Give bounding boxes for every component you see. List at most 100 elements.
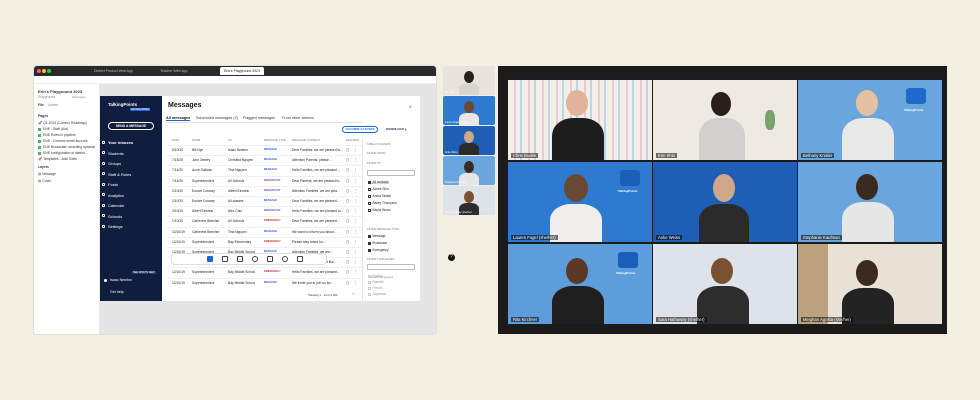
table-row[interactable]: 1/10/20 Catherine Beecher All Schools Dear …	[166, 216, 362, 225]
col-date[interactable]: DATE	[172, 138, 179, 142]
page-item[interactable]: 🚀 Q1 2023 (Comms Roadmap)	[38, 121, 87, 125]
panel-tab-file[interactable]: File	[38, 103, 44, 107]
download-button[interactable]: DOWNLOAD ⤓	[386, 127, 406, 131]
move-tool-icon[interactable]	[207, 256, 213, 262]
page-item[interactable]: ENE - Connect email account	[38, 139, 87, 143]
table-row[interactable]: 2/10/20 Eunice Conway All classes Dear Fami…	[166, 196, 362, 205]
filter-option[interactable]: Message	[368, 234, 385, 238]
filter-option[interactable]: Aimee Shin	[368, 187, 389, 191]
table-row[interactable]: 2/10/20 Albert Einstein Alex Chin Hello Fam…	[166, 206, 362, 215]
more-options-icon[interactable]: ⋮	[354, 270, 357, 274]
table-row[interactable]: 12/10/19 Superintendent Bay Elementary Plea…	[166, 236, 362, 246]
minimize-window-icon[interactable]	[42, 69, 46, 73]
panel-tab-assets[interactable]: Assets	[48, 103, 58, 107]
whats-new-badge[interactable]: SEE WHAT'S NEW	[132, 271, 156, 274]
layer-item[interactable]: ▦ Message	[38, 172, 56, 176]
tab-flagged[interactable]: Flagged messages	[243, 116, 275, 120]
send-message-button[interactable]: SEND A MESSAGE	[108, 122, 154, 130]
checkbox-icon[interactable]	[368, 234, 371, 238]
help-button[interactable]: ?	[448, 254, 455, 261]
checkbox-icon[interactable]	[368, 208, 371, 212]
table-row[interactable]: 7/14/20 Anne Sullivan Tina Nguyen Hello Fam…	[166, 165, 362, 174]
checkbox-icon[interactable]	[368, 241, 371, 245]
layer-item[interactable]: ▦ Cover	[38, 179, 51, 183]
video-thumbnail[interactable]: Stephanie Kaufman	[443, 156, 495, 185]
code-tool-icon[interactable]	[297, 256, 303, 262]
filter-languages-label[interactable]: FILTER LANGUAGES	[367, 257, 395, 261]
filter-option[interactable]: Baylor Burns	[368, 208, 391, 212]
shape-tool-icon[interactable]	[237, 256, 243, 262]
table-row[interactable]: 12/10/19 Superintendent Bay Middle School H…	[166, 267, 362, 276]
tab-other-admins[interactable]: From other admins	[282, 116, 314, 120]
page-item[interactable]: ENE configuration of district...	[38, 151, 88, 155]
sidebar-item[interactable]: Groups	[108, 161, 121, 166]
col-content[interactable]: MESSAGE CONTENT	[292, 138, 320, 142]
more-options-icon[interactable]: ⋮	[354, 209, 357, 213]
language-option[interactable]: Japanese	[368, 292, 386, 296]
table-row[interactable]: 8/10/20 Bill Nye Isaac Newton Dear Families…	[166, 145, 362, 154]
checkbox-icon[interactable]	[368, 201, 371, 205]
user-name[interactable]: Isaac Newton	[110, 278, 132, 282]
language-option[interactable]: French	[368, 286, 382, 290]
checkbox-icon[interactable]	[368, 194, 371, 198]
pen-tool-icon[interactable]	[252, 256, 258, 262]
comment-tool-icon[interactable]	[282, 256, 288, 262]
filter-option[interactable]: Emergency	[368, 248, 389, 252]
participant-tile[interactable]: Erin Shin	[653, 80, 797, 160]
sidebar-item[interactable]: Calendar	[108, 203, 124, 208]
project-title[interactable]: Erin's Playground 2023	[38, 89, 82, 94]
search-icon[interactable]: ⌕	[409, 104, 412, 110]
table-columns-label[interactable]: TABLE COLUMNS	[367, 142, 390, 146]
close-window-icon[interactable]	[37, 69, 41, 73]
checkbox-icon[interactable]	[368, 274, 371, 278]
video-thumbnail[interactable]: Sara Hathaway (she/her)	[443, 186, 495, 215]
more-options-icon[interactable]: ⋮	[354, 281, 357, 285]
video-thumbnail[interactable]: Erin Shin	[443, 66, 495, 95]
filter-option[interactable]: Bailey Thompson	[368, 201, 397, 205]
more-options-icon[interactable]: ⋮	[354, 219, 357, 223]
language-option[interactable]: Spanish	[368, 280, 384, 284]
checkbox-icon[interactable]	[368, 280, 371, 284]
columns-filters-button[interactable]: COLUMNS & FILTERS	[342, 126, 378, 133]
col-from[interactable]: FROM	[192, 138, 200, 142]
more-options-icon[interactable]: ⋮	[354, 158, 357, 162]
sidebar-item[interactable]: Staff & Roles	[108, 172, 131, 177]
col-to[interactable]: TO	[228, 138, 232, 142]
checkbox-icon[interactable]	[368, 248, 371, 252]
more-options-icon[interactable]: ⋮	[354, 189, 357, 193]
participant-tile[interactable]: Stephanie Kaufman	[798, 162, 942, 242]
page-item[interactable]: 🚀 Templates - Add: Edits	[38, 157, 77, 161]
figma-tab-playground[interactable]: Erin's Playground 2023	[220, 67, 265, 75]
participant-tile[interactable]: TalkingPoints Bethany Knisler	[798, 80, 942, 160]
more-options-icon[interactable]: ⋮	[354, 260, 357, 264]
participant-tile[interactable]: TalkingPoints Rita Kirchner	[508, 244, 652, 324]
frame-tool-icon[interactable]	[222, 256, 228, 262]
tab-all-messages[interactable]: All messages	[166, 116, 191, 121]
text-tool-icon[interactable]	[267, 256, 273, 262]
checkbox-icon[interactable]	[368, 286, 371, 290]
get-help-link[interactable]: Get help	[110, 290, 124, 294]
filter-option[interactable]: Andra Takaki	[368, 194, 391, 198]
participant-tile[interactable]: Chris Dudek	[508, 80, 652, 160]
table-row[interactable]: 7/15/20 John Dewey Christina Nguyen Attenti…	[166, 155, 362, 164]
participant-tile[interactable]: TalkingPoints Lauren Fogel (she/her)	[508, 162, 652, 242]
checkbox-icon[interactable]	[368, 292, 371, 296]
sidebar-item[interactable]: Your inboxes	[108, 140, 133, 145]
table-row[interactable]: 12/10/19 Catherine Beecher Tina Nguyen We w…	[166, 226, 362, 236]
page-item[interactable]: ENE Broadcast: recording optional	[38, 145, 95, 149]
maximize-window-icon[interactable]	[47, 69, 51, 73]
table-row[interactable]: 12/10/19 Superintendent Bay Middle School W…	[166, 277, 362, 287]
video-thumbnail[interactable]: Lauren Fogel (she/her)	[443, 96, 495, 125]
participant-tile[interactable]: Sara Hathaway (she/her)	[653, 244, 797, 324]
tab-scheduled[interactable]: Scheduled messages (2)	[196, 116, 238, 120]
figma-tab-teacher[interactable]: Teacher Web App	[156, 67, 192, 75]
participant-tile[interactable]: Anke Weiss	[653, 162, 797, 242]
more-options-icon[interactable]: ⋮	[354, 230, 357, 234]
search-people-input[interactable]: ⌕ Search people	[367, 170, 415, 185]
filter-option[interactable]: Broadcast	[368, 241, 387, 245]
checkbox-icon[interactable]	[368, 180, 371, 184]
sidebar-item[interactable]: Analytics	[108, 193, 124, 198]
page-item[interactable]: ENE Roles in pipeline	[38, 133, 76, 137]
pagination-arrows[interactable]: ‹ ›	[352, 292, 355, 296]
filter-from-label[interactable]: FILTER FROM	[367, 151, 385, 155]
